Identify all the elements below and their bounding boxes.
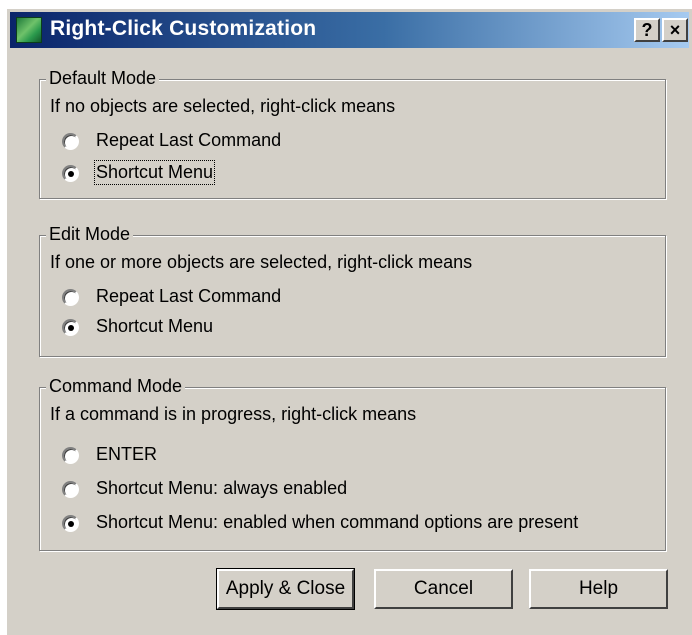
radio-default-shortcut[interactable]: [62, 165, 79, 182]
radio-command-options-present[interactable]: [62, 515, 79, 532]
command-mode-description: If a command is in progress, right-click…: [50, 404, 417, 424]
command-mode-options-present-label: Shortcut Menu: enabled when command opti…: [96, 512, 579, 532]
help-title-button[interactable]: ?: [634, 18, 660, 42]
apply-close-button[interactable]: Apply & Close: [216, 568, 355, 610]
command-mode-group: Command Mode If a command is in progress…: [39, 376, 666, 551]
radio-edit-repeat[interactable]: [62, 289, 79, 306]
default-mode-description: If no objects are selected, right-click …: [50, 96, 396, 116]
radio-command-enter[interactable]: [62, 447, 79, 464]
close-title-button[interactable]: ×: [662, 18, 688, 42]
edit-mode-description: If one or more objects are selected, rig…: [50, 252, 473, 272]
radio-default-repeat[interactable]: [62, 133, 79, 150]
help-button[interactable]: Help: [529, 569, 668, 609]
command-mode-legend: Command Mode: [46, 376, 186, 397]
close-icon: ×: [669, 20, 681, 40]
edit-mode-legend: Edit Mode: [46, 224, 134, 245]
radio-command-always[interactable]: [62, 481, 79, 498]
question-icon: ?: [641, 20, 653, 40]
right-click-customization-dialog: Right-Click Customization ? × Default Mo…: [6, 8, 692, 635]
edit-mode-shortcut-label: Shortcut Menu: [96, 316, 214, 336]
window-title: Right-Click Customization: [50, 17, 317, 40]
default-mode-legend: Default Mode: [46, 68, 160, 89]
command-mode-enter-label: ENTER: [96, 444, 158, 464]
command-mode-always-label: Shortcut Menu: always enabled: [96, 478, 348, 498]
title-bar[interactable]: Right-Click Customization ? ×: [10, 12, 689, 48]
radio-edit-shortcut[interactable]: [62, 319, 79, 336]
default-mode-group: Default Mode If no objects are selected,…: [39, 68, 666, 199]
edit-mode-repeat-label: Repeat Last Command: [96, 286, 282, 306]
cancel-button[interactable]: Cancel: [374, 569, 513, 609]
default-mode-shortcut-label: Shortcut Menu: [93, 160, 216, 185]
app-icon: [16, 17, 42, 43]
edit-mode-group: Edit Mode If one or more objects are sel…: [39, 224, 666, 357]
default-mode-repeat-label: Repeat Last Command: [96, 130, 282, 150]
